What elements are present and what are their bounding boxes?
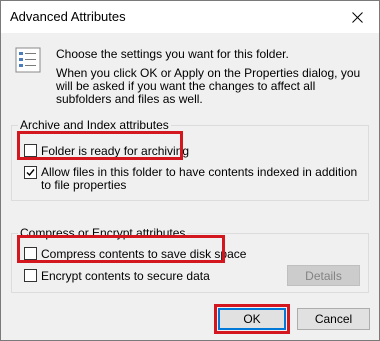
dialog-title: Advanced Attributes — [10, 9, 126, 24]
indexing-checkbox[interactable] — [24, 166, 37, 179]
advanced-attributes-dialog: Advanced Attributes Choose the settings … — [0, 0, 380, 341]
checkmark-icon — [26, 169, 35, 177]
encrypt-checkbox[interactable] — [24, 269, 37, 282]
close-button[interactable] — [335, 1, 379, 33]
ok-highlight — [214, 304, 290, 334]
archive-index-group-label: Archive and Index attributes — [18, 118, 171, 132]
description-detail: When you click OK or Apply on the Proper… — [56, 66, 361, 106]
archiving-highlight — [17, 131, 183, 160]
cancel-button[interactable]: Cancel — [297, 308, 370, 330]
compress-highlight — [17, 235, 225, 263]
encrypt-label[interactable]: Encrypt contents to secure data — [41, 269, 210, 283]
close-icon — [351, 11, 363, 23]
description-intro: Choose the settings you want for this fo… — [56, 47, 289, 61]
indexing-label[interactable]: Allow files in this folder to have conte… — [41, 166, 361, 192]
title-bar: Advanced Attributes — [1, 1, 379, 33]
details-button[interactable]: Details — [287, 265, 360, 286]
folder-settings-icon — [15, 47, 41, 73]
